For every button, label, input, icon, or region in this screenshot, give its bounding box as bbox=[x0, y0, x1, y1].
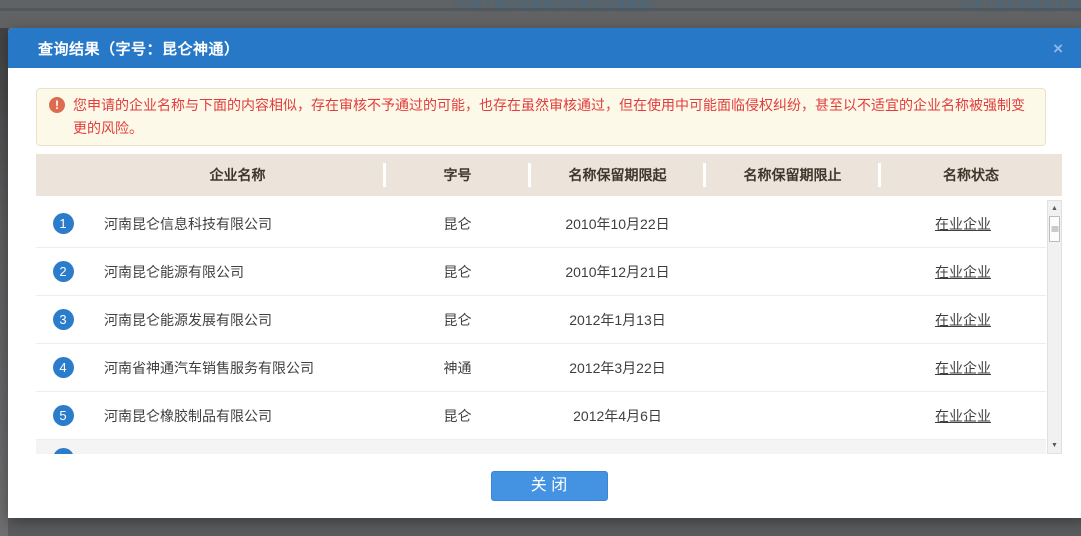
reserve-start-cell: 2012年4月6日 bbox=[530, 392, 705, 439]
reserve-start-cell: 2012年3月22日 bbox=[530, 344, 705, 391]
table-row: 5 河南昆仑橡胶制品有限公司 昆仑 2012年4月6日 在业企业 bbox=[36, 392, 1046, 440]
table-scrollbar[interactable]: ▲ ▼ bbox=[1047, 200, 1062, 454]
header-company-name: 企业名称 bbox=[90, 154, 385, 196]
backdrop-left-shade bbox=[0, 0, 8, 536]
trade-name-cell: 神通 bbox=[385, 344, 530, 391]
result-table: 企业名称 字号 名称保留期限起 名称保留期限止 名称状态 1 河南昆仑信息科技有… bbox=[36, 154, 1062, 454]
query-result-dialog: 查询结果（字号：昆仑神通） × ! 您申请的企业名称与下面的内容相似，存在审核不… bbox=[8, 28, 1081, 518]
reserve-end-cell bbox=[705, 248, 880, 295]
reserve-start-cell: 2012年1月13日 bbox=[530, 296, 705, 343]
company-name-cell: 河南昆仑能源发展有限公司 bbox=[90, 296, 385, 343]
reserve-end-cell bbox=[705, 344, 880, 391]
company-name-cell: 河南昆仑橡胶制品有限公司 bbox=[90, 392, 385, 439]
header-name-status: 名称状态 bbox=[880, 154, 1062, 196]
obscured-background-text-right: 个体工商户名称自主申报 bbox=[958, 0, 1081, 14]
dialog-footer: 关 闭 bbox=[36, 454, 1062, 518]
row-number-badge: 2 bbox=[53, 261, 74, 282]
header-trade-name: 字号 bbox=[385, 154, 530, 196]
obscured-background-text-center: （个体工商户全程电子化登记注册服务） bbox=[446, 0, 662, 14]
status-link[interactable]: 在业企业 bbox=[935, 406, 991, 426]
reserve-start-cell: 2010年12月21日 bbox=[530, 248, 705, 295]
trade-name-cell: 昆仑 bbox=[385, 296, 530, 343]
header-reserve-end: 名称保留期限止 bbox=[705, 154, 880, 196]
reserve-end-cell bbox=[705, 296, 880, 343]
table-row: 4 河南省神通汽车销售服务有限公司 神通 2012年3月22日 在业企业 bbox=[36, 344, 1046, 392]
scrollbar-up-icon[interactable]: ▲ bbox=[1048, 202, 1061, 215]
table-row: 3 河南昆仑能源发展有限公司 昆仑 2012年1月13日 在业企业 bbox=[36, 296, 1046, 344]
trade-name-cell: 昆仑 bbox=[385, 200, 530, 247]
row-number-badge: 1 bbox=[53, 213, 74, 234]
trade-name-cell: 昆仑 bbox=[385, 392, 530, 439]
backdrop-divider-line bbox=[0, 8, 1081, 11]
header-reserve-start: 名称保留期限起 bbox=[530, 154, 705, 196]
warning-box: ! 您申请的企业名称与下面的内容相似，存在审核不予通过的可能，也存在虽然审核通过… bbox=[36, 88, 1046, 146]
company-name-cell: 河南昆仑信息科技有限公司 bbox=[90, 200, 385, 247]
row-number-badge: 4 bbox=[53, 357, 74, 378]
reserve-start-cell: 2010年10月22日 bbox=[530, 200, 705, 247]
status-link[interactable]: 在业企业 bbox=[935, 358, 991, 378]
reserve-end-cell bbox=[705, 200, 880, 247]
company-name-cell: 河南昆仑能源有限公司 bbox=[90, 248, 385, 295]
backdrop-top-strip: （个体工商户全程电子化登记注册服务） 个体工商户名称自主申报 bbox=[0, 0, 1081, 28]
table-header-row: 企业名称 字号 名称保留期限起 名称保留期限止 名称状态 bbox=[36, 154, 1062, 196]
status-link[interactable]: 在业企业 bbox=[935, 214, 991, 234]
dialog-body: ! 您申请的企业名称与下面的内容相似，存在审核不予通过的可能，也存在虽然审核通过… bbox=[36, 68, 1062, 518]
table-row-partial: 6 bbox=[36, 440, 1046, 454]
close-button[interactable]: 关 闭 bbox=[491, 471, 608, 501]
row-number-badge: 3 bbox=[53, 309, 74, 330]
status-link[interactable]: 在业企业 bbox=[935, 310, 991, 330]
row-number-badge: 5 bbox=[53, 405, 74, 426]
scrollbar-down-icon[interactable]: ▼ bbox=[1048, 439, 1061, 452]
header-number-column bbox=[36, 154, 90, 196]
close-icon[interactable]: × bbox=[1053, 40, 1063, 57]
warning-text: 您申请的企业名称与下面的内容相似，存在审核不予通过的可能，也存在虽然审核通过，但… bbox=[73, 97, 1025, 136]
table-row: 2 河南昆仑能源有限公司 昆仑 2010年12月21日 在业企业 bbox=[36, 248, 1046, 296]
dialog-title: 查询结果（字号：昆仑神通） bbox=[8, 38, 240, 59]
trade-name-cell: 昆仑 bbox=[385, 248, 530, 295]
scrollbar-grip-icon bbox=[1051, 227, 1058, 232]
company-name-cell: 河南省神通汽车销售服务有限公司 bbox=[90, 344, 385, 391]
status-link[interactable]: 在业企业 bbox=[935, 262, 991, 282]
reserve-end-cell bbox=[705, 392, 880, 439]
dialog-header: 查询结果（字号：昆仑神通） × bbox=[8, 28, 1081, 68]
scrollbar-thumb[interactable] bbox=[1049, 216, 1060, 242]
warning-icon: ! bbox=[49, 97, 65, 113]
table-row: 1 河南昆仑信息科技有限公司 昆仑 2010年10月22日 在业企业 bbox=[36, 200, 1046, 248]
table-body: 1 河南昆仑信息科技有限公司 昆仑 2010年10月22日 在业企业 2 河南昆… bbox=[36, 196, 1062, 454]
